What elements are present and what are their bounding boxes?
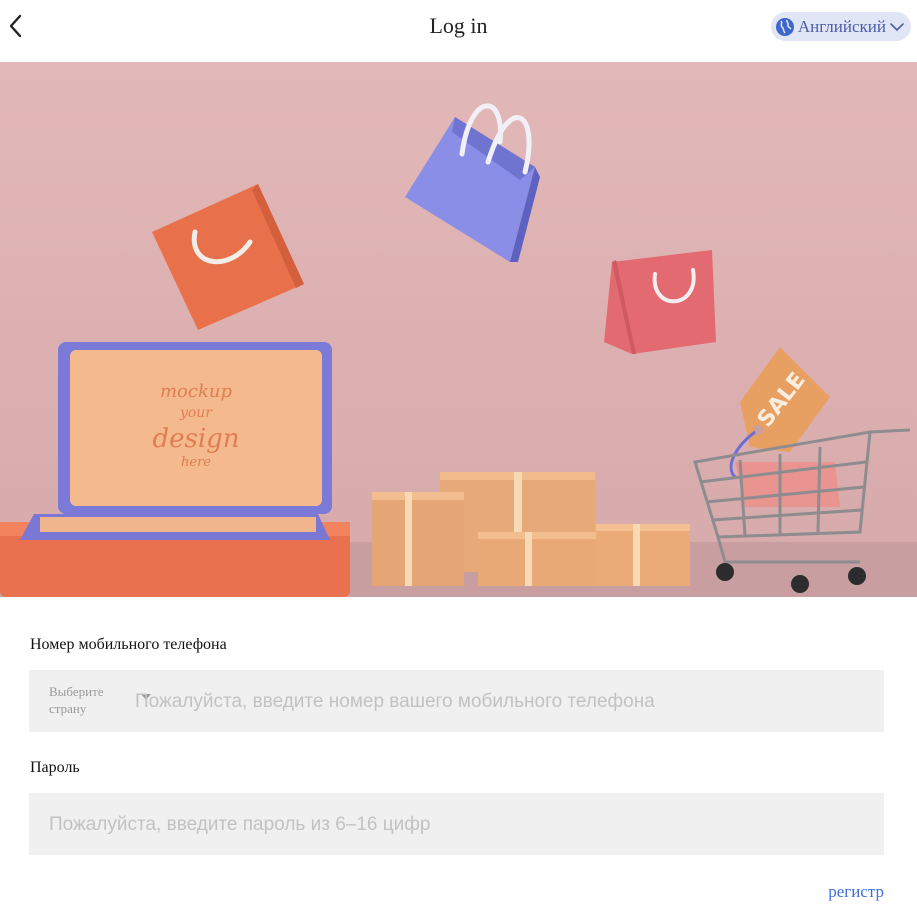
password-input-container [29,793,884,857]
country-select-label: Выберите страну [49,684,104,716]
password-field-label: Пароль [30,759,80,776]
globe-icon [775,17,794,36]
your-text: your [179,405,213,421]
red-bag-illustration [604,250,716,354]
chevron-left-icon [9,14,22,38]
top-bar: Log in Английский [0,0,917,54]
back-button[interactable] [4,12,28,42]
design-text: design [152,424,239,454]
hero-banner: mockup your design here SALE [0,62,917,597]
chevron-down-icon [890,22,904,31]
shopping-illustration: mockup your design here SALE [0,62,917,597]
password-input[interactable] [47,793,871,857]
register-link[interactable]: регистр [828,882,884,902]
phone-input-container: Выберите страну [29,670,884,734]
phone-field-label: Номер мобильного телефона [30,636,227,653]
language-selector[interactable]: Английский [770,12,911,41]
mockup-text: mockup [160,381,232,402]
language-label: Английский [797,17,886,36]
here-text: here [181,455,211,470]
phone-input[interactable] [133,670,877,734]
